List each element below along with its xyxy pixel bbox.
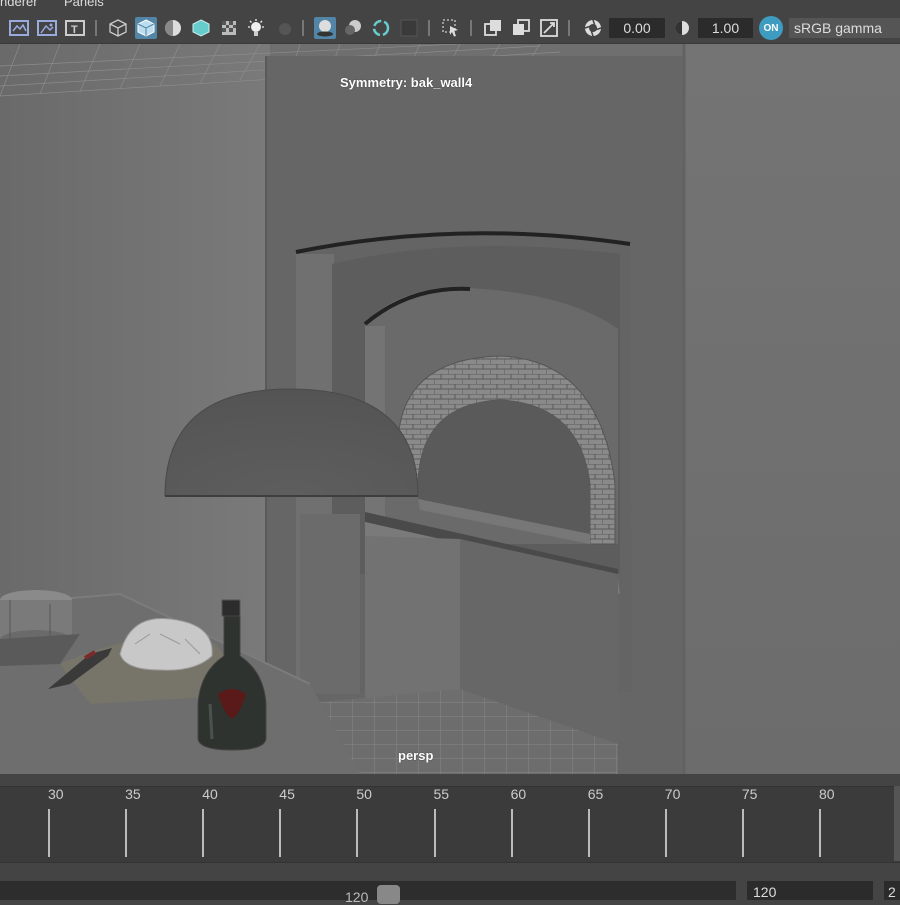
timeline-tick-label: 50	[356, 786, 372, 802]
range-slider: 120 120 2	[0, 877, 900, 905]
timeline-tick	[510, 809, 513, 857]
scene-render	[0, 44, 900, 774]
use-all-lights-icon[interactable]	[245, 17, 267, 39]
timeline-tick	[279, 809, 282, 857]
wireframe-icon[interactable]	[107, 17, 129, 39]
xray-joints-icon[interactable]	[538, 17, 560, 39]
time-slider-ticks[interactable]: 30 35 40 45 50 55 60 65 70 75 80	[0, 786, 900, 863]
timeline-tick-label: 55	[433, 786, 450, 802]
shadows-icon[interactable]	[273, 17, 295, 39]
timeline-tick	[48, 809, 50, 857]
current-frame-marker[interactable]	[894, 786, 900, 861]
svg-text:T: T	[71, 24, 78, 36]
exposure-field[interactable]: 0.00	[609, 18, 665, 38]
camera-attributes-icon[interactable]	[8, 17, 30, 39]
gamma-field[interactable]: 1.00	[698, 18, 753, 38]
xray-active-components-icon[interactable]	[510, 17, 532, 39]
timeline-tick	[125, 809, 128, 857]
timeline-tick	[202, 809, 205, 857]
textured-icon[interactable]	[218, 17, 240, 39]
2d-pan-zoom-icon[interactable]: T	[64, 17, 86, 39]
color-space-label: sRGB gamma	[794, 20, 882, 36]
timeline-tick-label: 65	[587, 786, 604, 802]
timeline-tick-label: 35	[125, 786, 141, 802]
timeline-tick-label: 75	[741, 786, 758, 802]
time-slider[interactable]: 30 35 40 45 50 55 60 65 70 75 80	[0, 776, 900, 866]
animation-end-field[interactable]: 120	[747, 881, 873, 900]
xray-icon[interactable]	[482, 17, 504, 39]
isolate-select-icon[interactable]	[440, 17, 462, 39]
smooth-shade-icon[interactable]	[135, 17, 157, 39]
image-plane-icon[interactable]	[36, 17, 58, 39]
persp-viewport[interactable]: Symmetry: bak_wall4 persp	[0, 44, 900, 774]
timeline-tick	[356, 809, 359, 857]
menu-bar: nderer Panels	[0, 0, 900, 10]
timeline-tick-label: 45	[279, 786, 295, 802]
menu-renderer[interactable]: nderer	[0, 0, 38, 9]
range-slider-handle[interactable]	[377, 885, 400, 904]
exposure-icon[interactable]	[582, 17, 604, 39]
viewport-toolbar: T 0.00 1.00 ON sRGB gamma	[0, 10, 900, 44]
default-material-icon[interactable]	[190, 17, 212, 39]
depth-of-field-icon[interactable]	[398, 17, 420, 39]
timeline-tick-label: 40	[202, 786, 218, 802]
timeline-tick-label: 70	[664, 786, 681, 802]
range-end-label: 120	[345, 889, 369, 905]
range-slider-bar[interactable]: 120	[0, 881, 736, 905]
timeline-tick	[433, 809, 436, 857]
timeline-tick	[819, 809, 821, 857]
screen-space-ao-icon[interactable]	[314, 17, 336, 39]
timeline-tick	[664, 809, 667, 857]
color-mgmt-badge: ON	[763, 22, 779, 34]
gamma-icon[interactable]	[671, 17, 693, 39]
playback-end-field[interactable]: 2	[884, 881, 900, 900]
timeline-tick	[741, 809, 744, 857]
timeline-tick-label: 60	[510, 786, 527, 802]
multisample-aa-icon[interactable]	[370, 17, 392, 39]
shaded-wireframe-icon[interactable]	[162, 17, 184, 39]
symmetry-label: Symmetry: bak_wall4	[340, 75, 473, 90]
color-space-dropdown[interactable]: sRGB gamma	[789, 18, 900, 38]
camera-name-label: persp	[398, 748, 434, 763]
menu-panels[interactable]: Panels	[64, 0, 104, 9]
timeline-tick	[587, 809, 590, 857]
motion-blur-icon[interactable]	[342, 17, 364, 39]
color-management-icon[interactable]: ON	[759, 16, 783, 40]
timeline-tick-label: 30	[48, 786, 64, 802]
timeline-tick-label: 80	[819, 786, 835, 802]
